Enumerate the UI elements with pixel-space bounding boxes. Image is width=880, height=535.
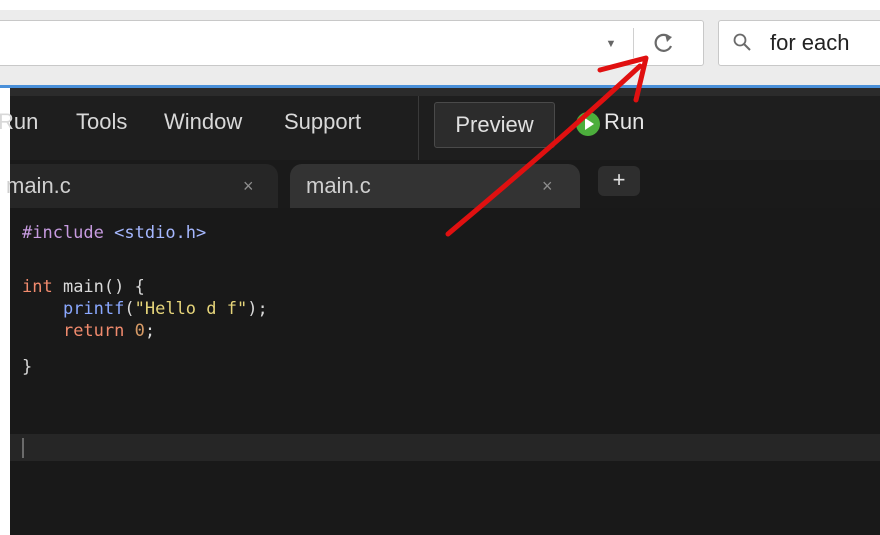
dropdown-triangle-icon[interactable]: ▼ <box>604 37 618 51</box>
code-include-path: <stdio.h> <box>114 223 207 243</box>
code-keyword: return <box>62 321 125 341</box>
code-text: ; <box>144 321 156 341</box>
menu-window[interactable]: Window <box>164 108 242 136</box>
code-text: main() { <box>52 277 145 297</box>
new-tab-button[interactable]: + <box>598 166 640 196</box>
code-line-3: int main() { <box>22 276 145 298</box>
reload-icon[interactable] <box>650 29 678 57</box>
menu-support[interactable]: Support <box>284 108 361 136</box>
code-line-1: #include <stdio.h> <box>22 222 206 244</box>
code-preprocessor: #include <box>22 223 104 243</box>
url-bar[interactable] <box>0 20 704 66</box>
page-gutter <box>0 88 10 535</box>
browser-top-strip <box>0 0 880 10</box>
menu-divider <box>418 96 419 160</box>
code-editor[interactable] <box>10 208 880 535</box>
tab-close-icon-1[interactable]: × <box>243 173 254 199</box>
code-line-5: return 0; <box>22 320 155 342</box>
code-line-6: } <box>22 357 33 377</box>
tab-close-icon-2[interactable]: × <box>542 173 553 199</box>
code-keyword: int <box>22 277 53 297</box>
code-string: "Hello d f" <box>134 299 248 319</box>
tab-label-1: main.c <box>6 173 71 198</box>
menu-run[interactable]: Run <box>0 108 38 136</box>
magnifier-icon <box>733 33 751 51</box>
code-text: ); <box>247 299 268 319</box>
search-input[interactable]: for each <box>770 29 850 57</box>
run-play-icon[interactable] <box>576 112 600 136</box>
current-line-highlight <box>10 434 880 461</box>
code-text: ( <box>124 299 135 319</box>
preview-button[interactable]: Preview <box>434 102 555 148</box>
run-button[interactable]: Run <box>604 108 644 136</box>
code-number: 0 <box>134 321 145 341</box>
menu-tools[interactable]: Tools <box>76 108 127 136</box>
tab-label-2: main.c <box>306 173 371 198</box>
code-function: printf <box>62 299 125 319</box>
app-menubar-top <box>10 88 880 96</box>
code-line-4: printf("Hello d f"); <box>22 298 268 320</box>
text-cursor <box>22 438 24 458</box>
url-separator <box>633 28 634 58</box>
